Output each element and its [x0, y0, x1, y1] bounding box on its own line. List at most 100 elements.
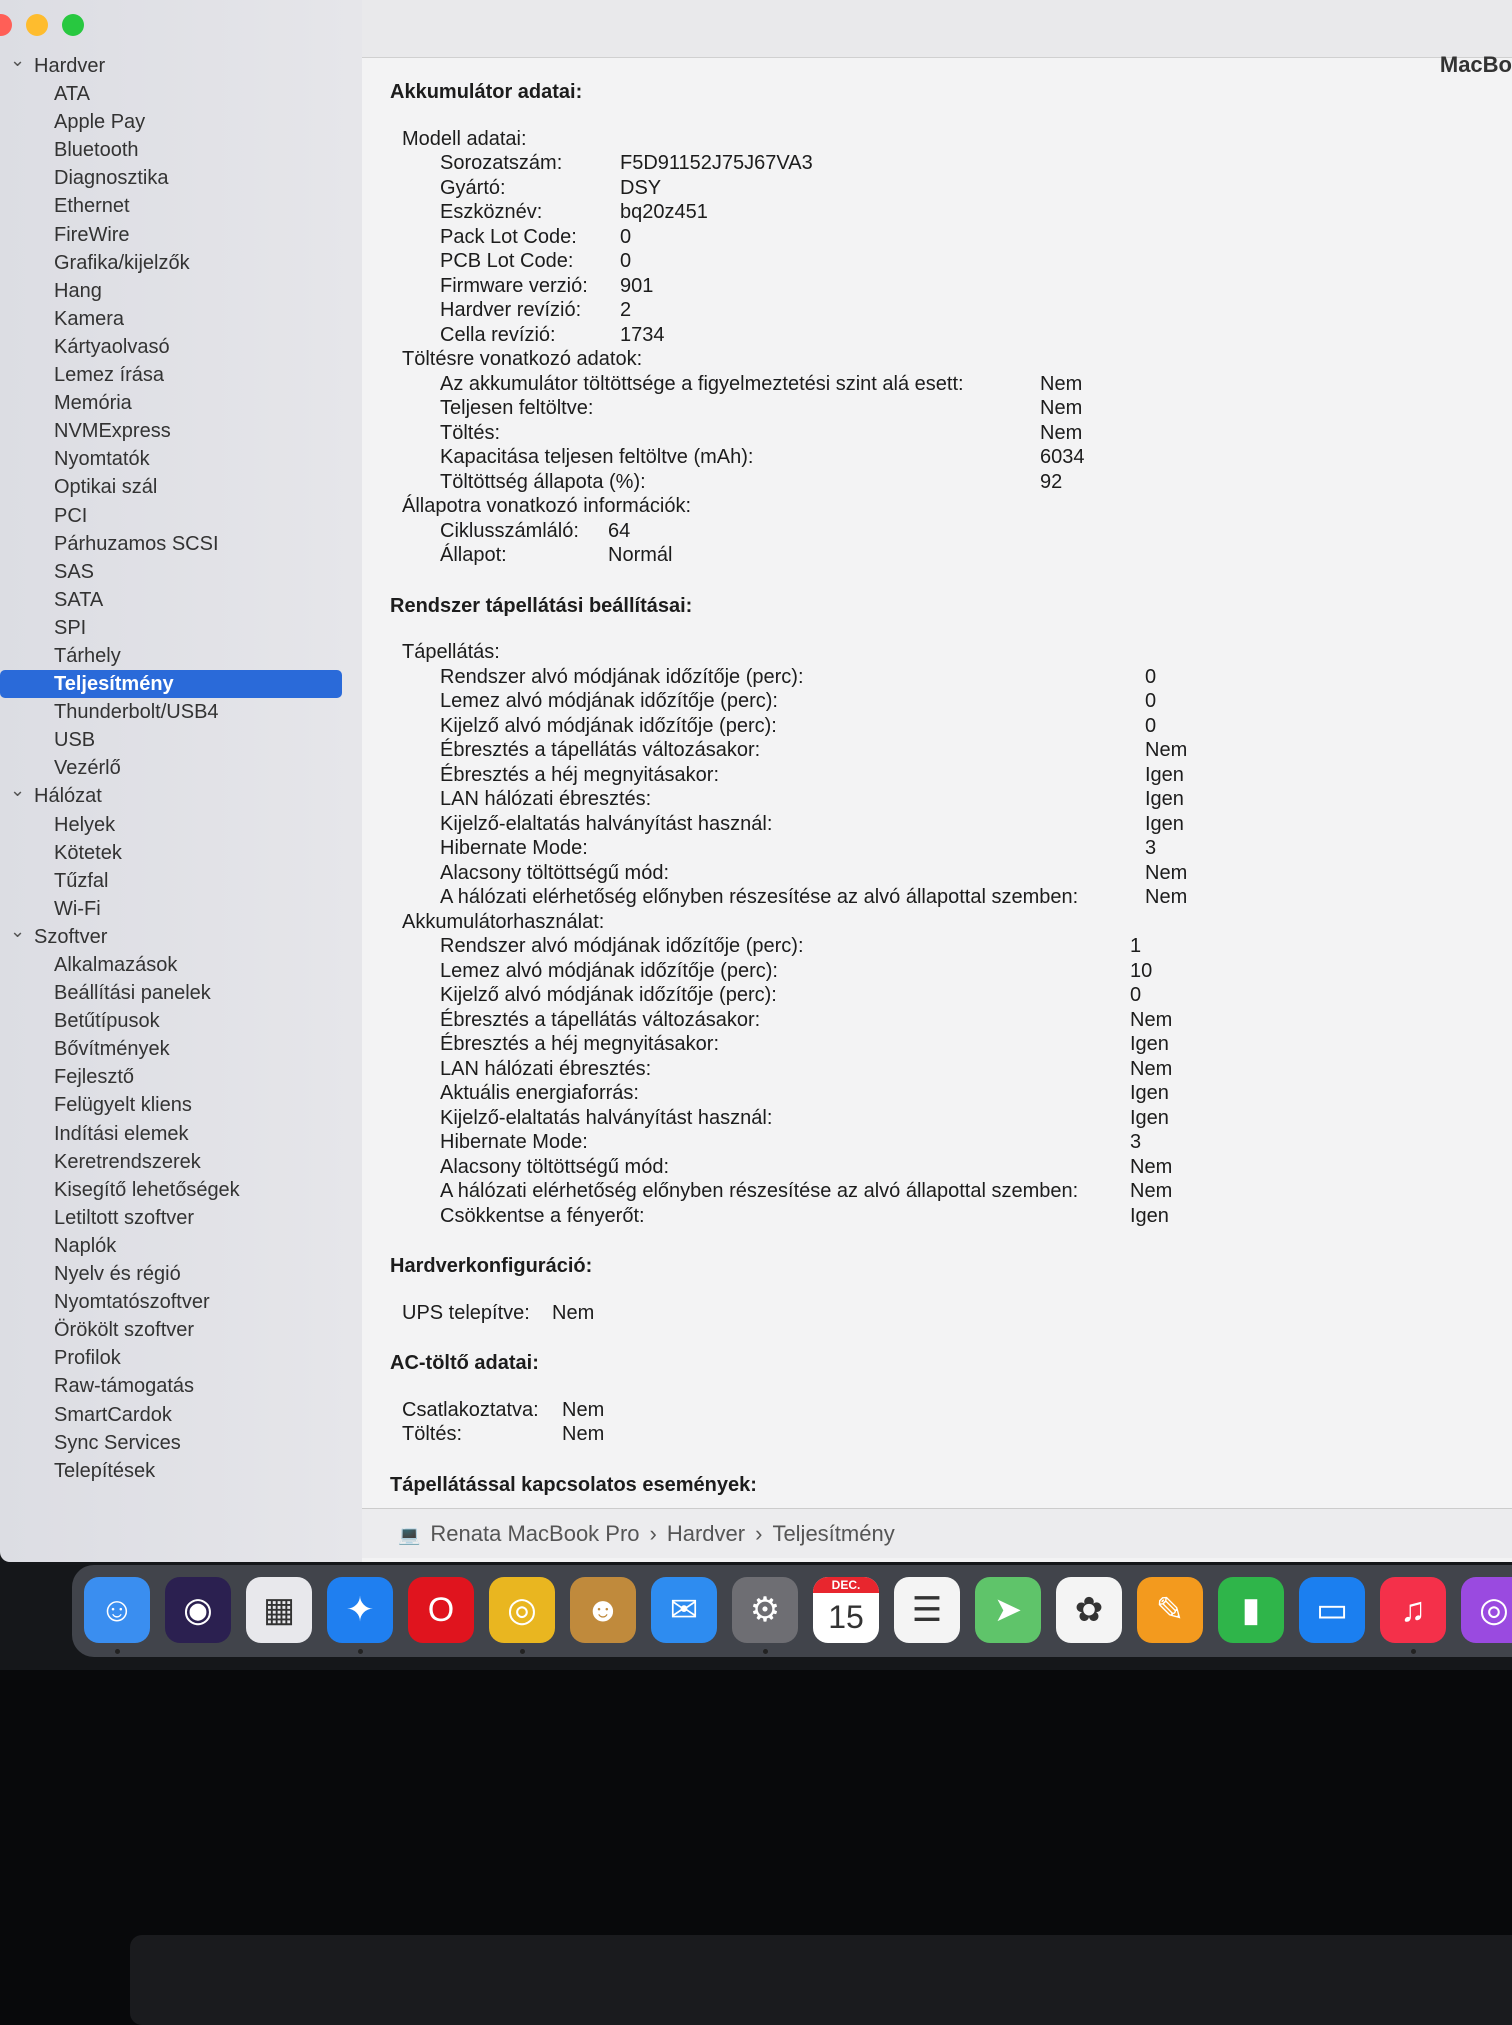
sidebar-item-be-ll-t-si-panelek[interactable]: Beállítási panelek: [0, 979, 362, 1007]
running-indicator: [115, 1649, 120, 1654]
sidebar-item-fejleszt-[interactable]: Fejlesztő: [0, 1063, 362, 1091]
sidebar-item-ata[interactable]: ATA: [0, 80, 362, 108]
breadcrumb-item[interactable]: Hardver: [667, 1521, 745, 1546]
sidebar-item-ind-t-si-elemek[interactable]: Indítási elemek: [0, 1120, 362, 1148]
title-bar: [362, 0, 1512, 58]
breadcrumb-item[interactable]: Renata MacBook Pro: [430, 1521, 639, 1546]
sidebar-item-teljes-tm-ny[interactable]: Teljesítmény: [0, 670, 342, 699]
sidebar-item-t-zfal[interactable]: Tűzfal: [0, 867, 362, 895]
sidebar-item-raw-t-mogat-s[interactable]: Raw-támogatás: [0, 1372, 362, 1400]
numbers-glyph: ▮: [1241, 1591, 1261, 1629]
sidebar-item-apple-pay[interactable]: Apple Pay: [0, 108, 362, 136]
sidebar-item-profilok[interactable]: Profilok: [0, 1344, 362, 1372]
sidebar-item-spi[interactable]: SPI: [0, 614, 362, 642]
sidebar-item-fel-gyelt-kliens[interactable]: Felügyelt kliens: [0, 1091, 362, 1119]
zoom-button[interactable]: [62, 14, 84, 36]
info-row: Hibernate Mode: 3: [390, 836, 1490, 861]
sidebar-item-letiltott-szoftver[interactable]: Letiltott szoftver: [0, 1204, 362, 1232]
close-button[interactable]: [0, 14, 12, 36]
sidebar-item-sata[interactable]: SATA: [0, 586, 362, 614]
info-row: Rendszer alvó módjának időzítője (perc):…: [390, 934, 1490, 959]
row-value: Igen: [1130, 1033, 1169, 1055]
calendar-month-label: DEC.: [813, 1577, 879, 1593]
info-row: A hálózati elérhetőség előnyben részesít…: [390, 885, 1490, 910]
sidebar-item-napl-k[interactable]: Naplók: [0, 1232, 362, 1260]
sidebar-item-optikai-sz-l[interactable]: Optikai szál: [0, 473, 362, 501]
podcasts-app-icon[interactable]: ◎: [1461, 1577, 1512, 1643]
sidebar-item-bluetooth[interactable]: Bluetooth: [0, 136, 362, 164]
sidebar-item-bet-t-pusok[interactable]: Betűtípusok: [0, 1007, 362, 1035]
system-settings-app-icon[interactable]: ⚙: [732, 1577, 798, 1654]
calendar-app-icon[interactable]: DEC. 15: [813, 1577, 879, 1643]
section-title: Rendszer tápellátási beállításai:: [390, 594, 693, 617]
row-value: Nem: [1040, 397, 1083, 419]
sidebar-item-ethernet[interactable]: Ethernet: [0, 192, 362, 220]
sidebar-item--r-k-lt-szoftver[interactable]: Örökölt szoftver: [0, 1316, 362, 1344]
row-value: Nem: [552, 1301, 595, 1324]
sidebar-item-diagnosztika[interactable]: Diagnosztika: [0, 164, 362, 192]
row-label: Töltés:: [440, 421, 501, 444]
row-label: Kijelző alvó módjának időzítője (perc):: [440, 984, 777, 1006]
sidebar-item-pci[interactable]: PCI: [0, 502, 362, 530]
sidebar-item-hang[interactable]: Hang: [0, 277, 362, 305]
window-title: MacBo: [1439, 52, 1512, 77]
sidebar-item-telep-t-sek[interactable]: Telepítések: [0, 1457, 362, 1485]
sidebar-item-b-v-tm-nyek[interactable]: Bővítmények: [0, 1035, 362, 1063]
contacts-app-icon[interactable]: ☻: [570, 1577, 636, 1643]
sidebar-item-k-tetek[interactable]: Kötetek: [0, 839, 362, 867]
row-label: UPS telepítve:: [402, 1301, 530, 1324]
sidebar-item-kiseg-t-lehet-s-gek[interactable]: Kisegítő lehetőségek: [0, 1176, 362, 1204]
reminders-app-icon[interactable]: ☰: [894, 1577, 960, 1643]
maps-app-icon[interactable]: ➤: [975, 1577, 1041, 1643]
sidebar-item-nyomtat-szoftver[interactable]: Nyomtatószoftver: [0, 1288, 362, 1316]
finder-app-icon[interactable]: ☺: [84, 1577, 150, 1654]
sidebar-item-sas[interactable]: SAS: [0, 558, 362, 586]
sidebar-item-k-rtyaolvas-[interactable]: Kártyaolvasó: [0, 333, 362, 361]
chrome-app-icon[interactable]: ◎: [489, 1577, 555, 1654]
sidebar-item-lemez-r-sa[interactable]: Lemez írása: [0, 361, 362, 389]
sidebar-item-nyelv-s-r-gi-[interactable]: Nyelv és régió: [0, 1260, 362, 1288]
opera-app-icon[interactable]: O: [408, 1577, 474, 1643]
sidebar-item-nyomtat-k[interactable]: Nyomtatók: [0, 445, 362, 473]
sidebar-item-t-rhely[interactable]: Tárhely: [0, 642, 362, 670]
sidebar-item-smartcardok[interactable]: SmartCardok: [0, 1401, 362, 1429]
sidebar-item-kamera[interactable]: Kamera: [0, 305, 362, 333]
row-value: 1: [1130, 935, 1142, 957]
row-label: PCB Lot Code:: [440, 250, 574, 272]
sidebar-list: HardverATAApple PayBluetoothDiagnosztika…: [0, 46, 362, 1485]
sidebar-item-helyek[interactable]: Helyek: [0, 811, 362, 839]
pages-app-icon[interactable]: ✎: [1137, 1577, 1203, 1643]
pages-glyph: ✎: [1155, 1591, 1185, 1629]
keynote-app-icon[interactable]: ▭: [1299, 1577, 1365, 1643]
minimize-button[interactable]: [26, 14, 48, 36]
sidebar-item-vez-rl-[interactable]: Vezérlő: [0, 754, 362, 782]
sidebar-item-firewire[interactable]: FireWire: [0, 221, 362, 249]
numbers-app-icon[interactable]: ▮: [1218, 1577, 1284, 1643]
sidebar-item-grafika-kijelz-k[interactable]: Grafika/kijelzők: [0, 249, 362, 277]
sidebar-group-hardver[interactable]: Hardver: [0, 46, 362, 80]
row-label: Hibernate Mode:: [440, 837, 588, 859]
sidebar-item-p-rhuzamos-scsi[interactable]: Párhuzamos SCSI: [0, 530, 362, 558]
info-row: Aktuális energiaforrás: Igen: [390, 1081, 1490, 1106]
sidebar-item-alkalmaz-sok[interactable]: Alkalmazások: [0, 951, 362, 979]
mail-app-icon[interactable]: ✉: [651, 1577, 717, 1643]
photos-app-icon[interactable]: ✿: [1056, 1577, 1122, 1643]
info-row: Kijelző alvó módjának időzítője (perc): 0: [390, 714, 1490, 739]
sidebar-group-h-l-zat[interactable]: Hálózat: [0, 776, 362, 810]
sidebar-item-keretrendszerek[interactable]: Keretrendszerek: [0, 1148, 362, 1176]
sidebar-item-thunderbolt-usb4[interactable]: Thunderbolt/USB4: [0, 698, 362, 726]
safari-app-icon[interactable]: ✦: [327, 1577, 393, 1654]
siri-app-icon[interactable]: ◉: [165, 1577, 231, 1643]
row-label: Töltés:: [402, 1423, 463, 1445]
breadcrumb-item[interactable]: Teljesítmény: [772, 1521, 894, 1546]
sidebar-group-szoftver[interactable]: Szoftver: [0, 917, 362, 951]
sidebar-item-mem-ria[interactable]: Memória: [0, 389, 362, 417]
music-app-icon[interactable]: ♫: [1380, 1577, 1446, 1654]
sidebar-item-sync-services[interactable]: Sync Services: [0, 1429, 362, 1457]
launchpad-app-icon[interactable]: ▦: [246, 1577, 312, 1643]
launchpad-glyph: ▦: [262, 1591, 296, 1629]
row-label: Lemez alvó módjának időzítője (perc):: [440, 690, 778, 712]
sidebar-item-usb[interactable]: USB: [0, 726, 362, 754]
sidebar-item-wi-fi[interactable]: Wi-Fi: [0, 895, 362, 923]
sidebar-item-nvmexpress[interactable]: NVMExpress: [0, 417, 362, 445]
